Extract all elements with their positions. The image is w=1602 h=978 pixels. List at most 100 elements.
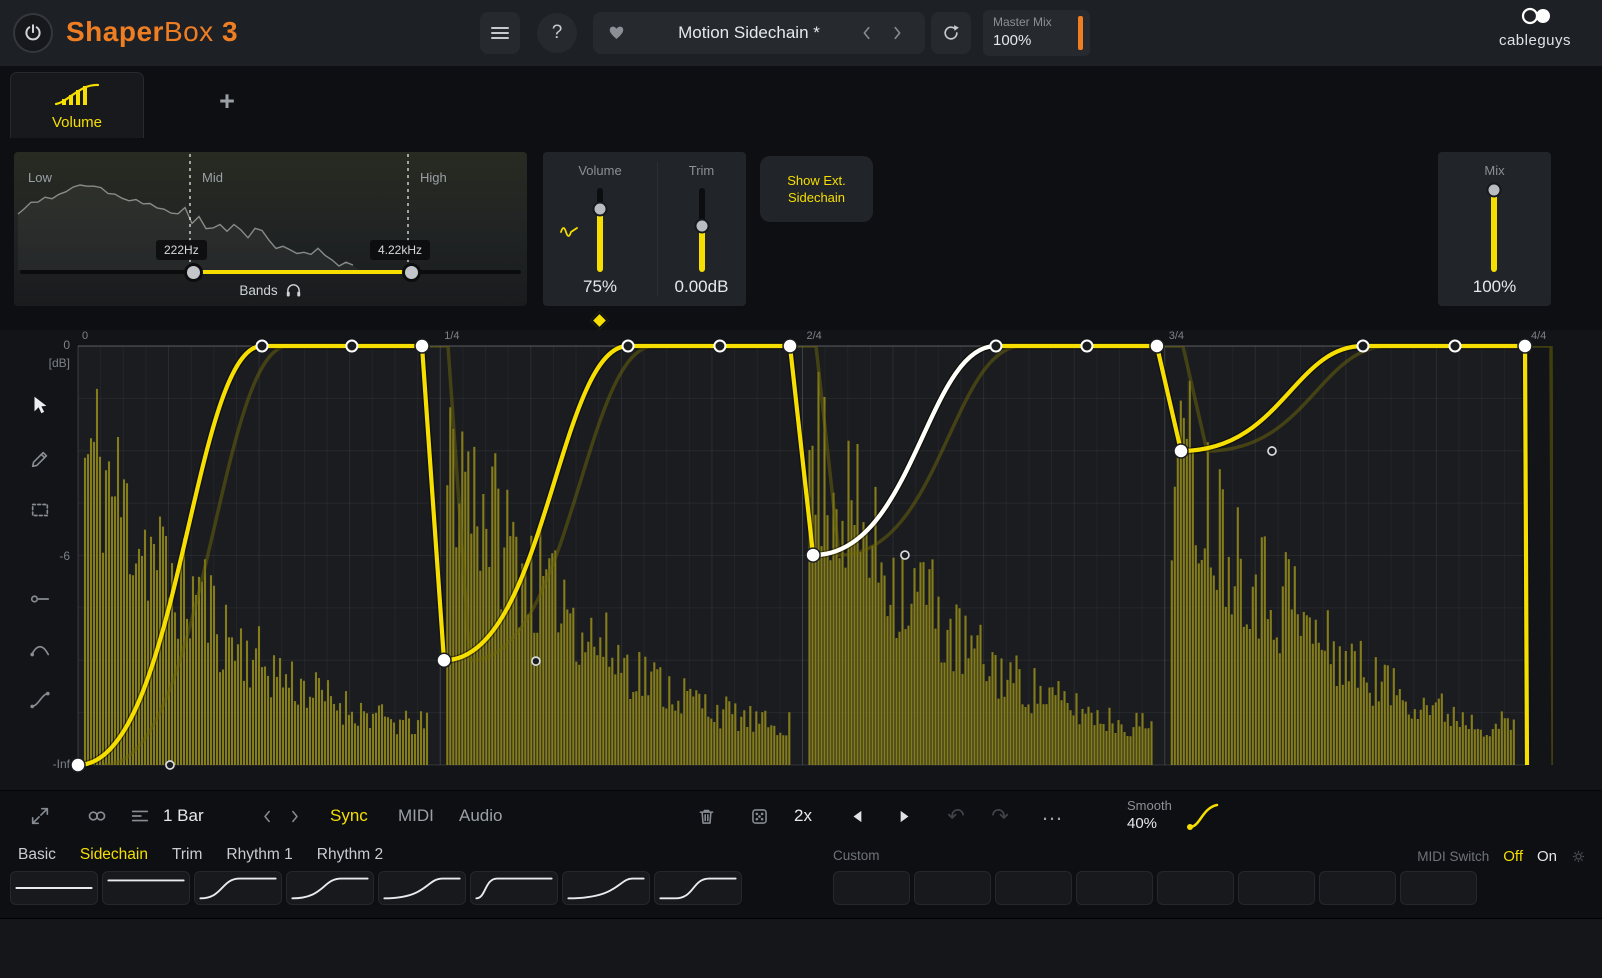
midi-switch-on[interactable]: On: [1537, 848, 1557, 865]
curve-point[interactable]: [1357, 341, 1368, 352]
volume-slider-thumb[interactable]: [593, 202, 608, 217]
band-handle-low[interactable]: [184, 263, 203, 282]
length-prev-button[interactable]: [256, 804, 278, 828]
preset-category-trim[interactable]: Trim: [172, 846, 202, 864]
wave-preset-flat-top[interactable]: [102, 871, 190, 905]
smooth-curve-icon[interactable]: [1185, 798, 1221, 834]
curve-point[interactable]: [1081, 341, 1092, 352]
curve-point[interactable]: [257, 341, 268, 352]
shift-left-button[interactable]: [846, 804, 870, 828]
show-ext-sidechain-button[interactable]: Show Ext. Sidechain: [760, 156, 873, 222]
undo-button[interactable]: ↶: [944, 804, 968, 828]
reload-preset-button[interactable]: [931, 12, 971, 54]
tool-select[interactable]: [24, 494, 56, 526]
custom-preset-slot-7[interactable]: [1319, 871, 1396, 905]
curve-point[interactable]: [1449, 341, 1460, 352]
curve-anchor-point[interactable]: [783, 339, 797, 353]
curve-anchor-point[interactable]: [1150, 339, 1164, 353]
tool-draw[interactable]: [24, 443, 56, 475]
band-slider-range[interactable]: [190, 270, 408, 274]
trim-slider[interactable]: [699, 188, 705, 272]
custom-preset-slot-1[interactable]: [833, 871, 910, 905]
delete-points-button[interactable]: [694, 804, 718, 828]
preset-category-rhythm-2[interactable]: Rhythm 2: [317, 846, 383, 864]
wave-preset-sidechain-1[interactable]: [194, 871, 282, 905]
curve-anchor-point[interactable]: [415, 339, 429, 353]
snap-settings-button[interactable]: [128, 804, 152, 828]
preset-next-button[interactable]: [885, 22, 909, 44]
speed-multiplier[interactable]: 2x: [794, 806, 812, 826]
shift-right-button[interactable]: [891, 804, 915, 828]
tool-point-line[interactable]: [24, 583, 56, 615]
tool-s-curve[interactable]: [24, 684, 56, 716]
custom-preset-slot-2[interactable]: [914, 871, 991, 905]
master-mix-control[interactable]: Master Mix 100%: [983, 10, 1090, 56]
curve-tension-handle[interactable]: [532, 657, 540, 665]
wave-preset-flat-mid[interactable]: [10, 871, 98, 905]
band-panel[interactable]: Low Mid High 222Hz 4.22kHz Bands: [14, 152, 527, 306]
curve-point[interactable]: [990, 341, 1001, 352]
help-label: ?: [552, 22, 563, 44]
custom-preset-slot-5[interactable]: [1157, 871, 1234, 905]
trigger-mode-midi[interactable]: MIDI: [398, 806, 434, 826]
favorite-heart-icon[interactable]: [607, 24, 626, 42]
trim-slider-thumb[interactable]: [695, 219, 710, 234]
curve-anchor-point[interactable]: [1174, 444, 1188, 458]
length-next-button[interactable]: [283, 804, 305, 828]
redo-button[interactable]: ↷: [988, 804, 1012, 828]
smooth-value[interactable]: 40%: [1127, 815, 1157, 832]
mix-slider[interactable]: [1491, 188, 1497, 272]
tab-volume[interactable]: Volume: [10, 72, 144, 138]
trigger-mode-audio[interactable]: Audio: [459, 806, 502, 826]
dice-icon: [749, 806, 770, 827]
curve-anchor-point[interactable]: [1518, 339, 1532, 353]
gear-icon[interactable]: [1571, 849, 1586, 864]
curve-anchor-point[interactable]: [806, 548, 820, 562]
lfo-editor-canvas[interactable]: [0, 330, 1602, 790]
master-mix-slider[interactable]: [1078, 16, 1083, 50]
band-handle-high[interactable]: [402, 263, 421, 282]
preset-category-sidechain[interactable]: Sidechain: [80, 846, 148, 864]
randomize-button[interactable]: [747, 804, 771, 828]
preset-name[interactable]: Motion Sidechain *: [633, 12, 865, 54]
headphones-icon[interactable]: [285, 282, 302, 299]
custom-preset-slot-8[interactable]: [1400, 871, 1477, 905]
preset-prev-button[interactable]: [855, 22, 879, 44]
tool-curve[interactable]: [24, 633, 56, 665]
expand-editor-button[interactable]: [28, 804, 52, 828]
curve-tension-handle[interactable]: [166, 761, 174, 769]
volume-slider[interactable]: [597, 188, 603, 272]
midi-switch-off[interactable]: Off: [1503, 848, 1523, 865]
wave-preset-sidechain-5[interactable]: [562, 871, 650, 905]
mix-slider-thumb[interactable]: [1487, 183, 1502, 198]
curve-tension-handle[interactable]: [901, 551, 909, 559]
help-button[interactable]: ?: [537, 13, 577, 53]
preset-category-basic[interactable]: Basic: [18, 846, 56, 864]
wave-preset-sidechain-4[interactable]: [470, 871, 558, 905]
more-options-button[interactable]: …: [1041, 800, 1064, 826]
curve-anchor-point[interactable]: [71, 758, 85, 772]
link-button[interactable]: [85, 804, 109, 828]
wave-preset-sidechain-2[interactable]: [286, 871, 374, 905]
preset-category-rhythm-1[interactable]: Rhythm 1: [226, 846, 292, 864]
custom-preset-slot-6[interactable]: [1238, 871, 1315, 905]
bottom-resize-strip[interactable]: [0, 918, 1602, 978]
curve-point[interactable]: [714, 341, 725, 352]
wave-preset-sidechain-3[interactable]: [378, 871, 466, 905]
curve-anchor-point[interactable]: [437, 653, 451, 667]
preset-selector[interactable]: Motion Sidechain *: [593, 12, 925, 54]
curve-point[interactable]: [623, 341, 634, 352]
custom-preset-slot-3[interactable]: [995, 871, 1072, 905]
custom-preset-slot-4[interactable]: [1076, 871, 1153, 905]
wave-shape-icon: [11, 872, 97, 904]
tool-pointer[interactable]: [24, 389, 56, 421]
wave-shape-icon: [287, 872, 373, 904]
wave-preset-sidechain-6[interactable]: [654, 871, 742, 905]
loop-length-value[interactable]: 1 Bar: [163, 806, 204, 826]
curve-tension-handle[interactable]: [1268, 447, 1276, 455]
power-button[interactable]: [13, 13, 53, 53]
trigger-mode-sync[interactable]: Sync: [330, 806, 368, 826]
menu-button[interactable]: [480, 12, 520, 54]
add-lane-button[interactable]: +: [210, 84, 244, 118]
curve-point[interactable]: [346, 341, 357, 352]
